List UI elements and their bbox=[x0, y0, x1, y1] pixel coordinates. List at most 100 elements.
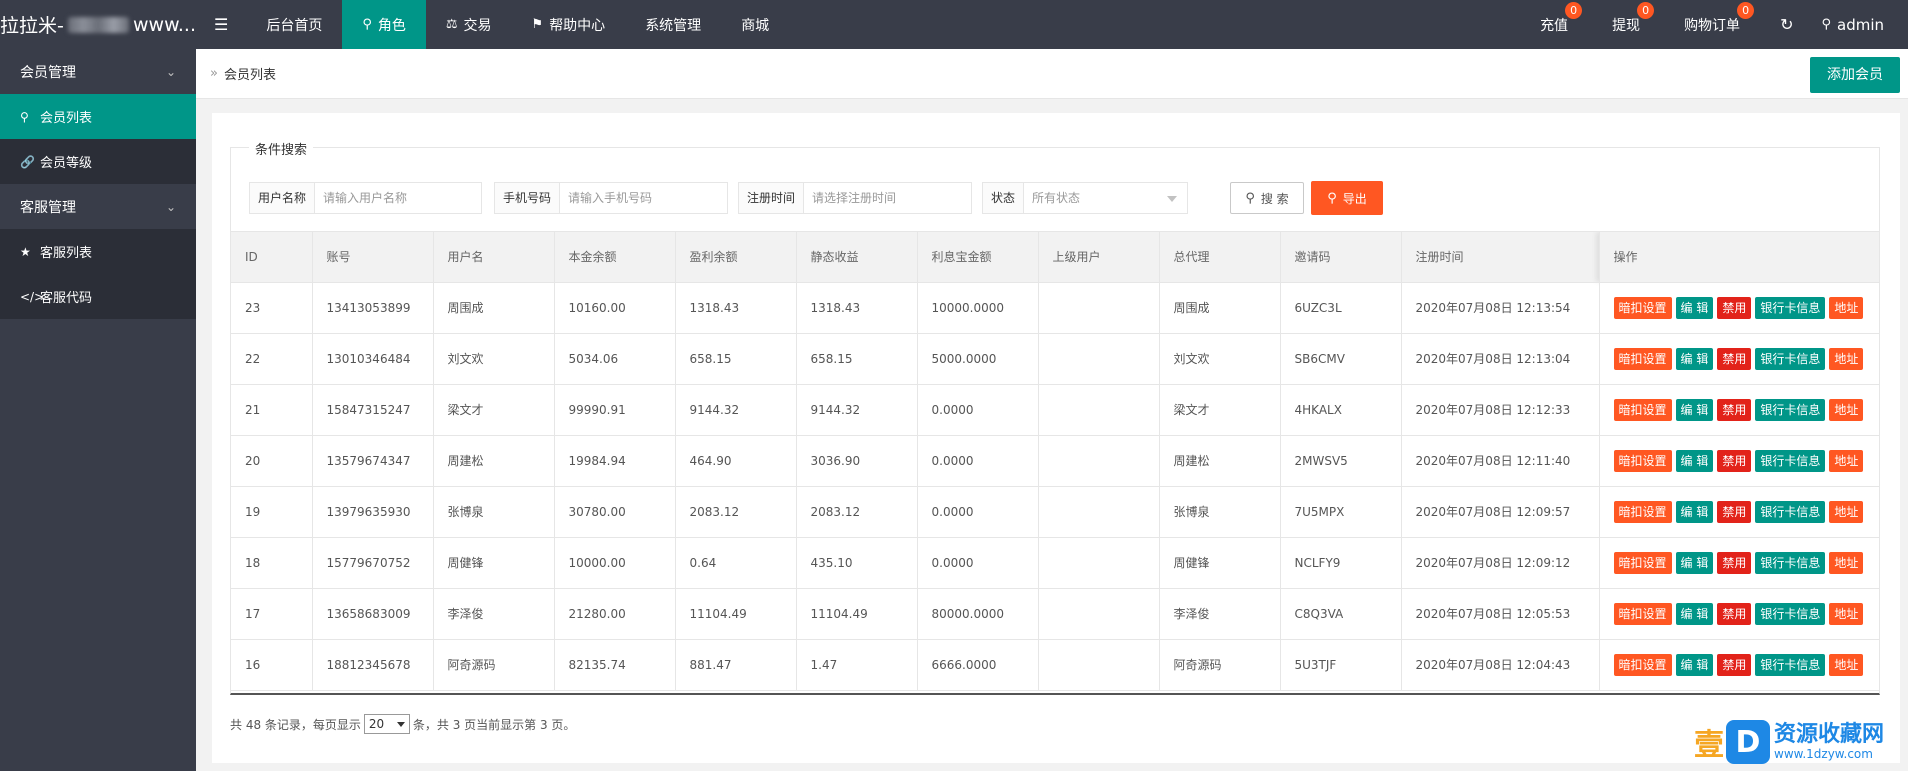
deduct-settings-button[interactable]: 暗扣设置 bbox=[1613, 449, 1672, 472]
nav-item-role[interactable]: ⚲ 角色 bbox=[342, 0, 426, 49]
caret-down-icon bbox=[1167, 196, 1177, 202]
address-button[interactable]: 地址 bbox=[1829, 602, 1864, 625]
bank-card-button[interactable]: 银行卡信息 bbox=[1755, 449, 1826, 472]
table-cell-actions: 暗扣设置编 辑禁用 银行卡信息 地址 bbox=[1599, 333, 1879, 385]
table-cell-actions: 暗扣设置编 辑禁用 银行卡信息 地址 bbox=[1599, 435, 1879, 487]
bank-card-button[interactable]: 银行卡信息 bbox=[1755, 500, 1826, 523]
edit-button[interactable]: 编 辑 bbox=[1675, 347, 1714, 370]
edit-button[interactable]: 编 辑 bbox=[1675, 500, 1714, 523]
column-header[interactable]: 盈利余额 bbox=[675, 232, 797, 283]
nav-item-trade[interactable]: ⚖ 交易 bbox=[426, 0, 512, 49]
bank-card-button[interactable]: 银行卡信息 bbox=[1755, 551, 1826, 574]
code-icon: </> bbox=[20, 289, 45, 304]
edit-button[interactable]: 编 辑 bbox=[1675, 653, 1714, 676]
disable-button[interactable]: 禁用 bbox=[1717, 296, 1752, 319]
top-bar: 拉拉米- www... ☰ 后台首页 ⚲ 角色 ⚖ 交易 ⚑ 帮助中心 系统管理… bbox=[0, 0, 1908, 49]
table-cell-parent bbox=[1038, 384, 1160, 436]
sidebar-item-service-code[interactable]: </> 客服代码 bbox=[0, 274, 196, 319]
table-cell-id: 22 bbox=[231, 333, 313, 385]
column-header[interactable]: 账号 bbox=[312, 232, 434, 283]
regtime-input[interactable] bbox=[804, 183, 971, 213]
column-header[interactable]: 本金余额 bbox=[554, 232, 676, 283]
address-button[interactable]: 地址 bbox=[1829, 653, 1864, 676]
deduct-settings-button[interactable]: 暗扣设置 bbox=[1613, 500, 1672, 523]
deduct-settings-button[interactable]: 暗扣设置 bbox=[1613, 551, 1672, 574]
bank-card-button[interactable]: 银行卡信息 bbox=[1755, 296, 1826, 319]
sidebar-group-members[interactable]: 会员管理 ⌄ bbox=[0, 49, 196, 94]
column-header[interactable]: 用户名 bbox=[433, 232, 555, 283]
add-member-button[interactable]: 添加会员 bbox=[1810, 57, 1900, 93]
table-cell-interest: 6666.0000 bbox=[917, 639, 1039, 691]
column-header[interactable]: 注册时间 bbox=[1401, 232, 1600, 283]
table-cell-code: 2MWSV5 bbox=[1280, 435, 1402, 487]
sidebar-item-label: 客服代码 bbox=[40, 291, 93, 306]
sidebar-item-member-list[interactable]: ⚲ 会员列表 bbox=[0, 94, 196, 139]
table-cell-actions: 暗扣设置编 辑禁用 银行卡信息 地址 bbox=[1599, 588, 1879, 640]
address-button[interactable]: 地址 bbox=[1829, 398, 1864, 421]
disable-button[interactable]: 禁用 bbox=[1717, 653, 1752, 676]
edit-button[interactable]: 编 辑 bbox=[1675, 551, 1714, 574]
column-header[interactable]: 静态收益 bbox=[796, 232, 918, 283]
deduct-settings-button[interactable]: 暗扣设置 bbox=[1613, 653, 1672, 676]
nav-item-shop[interactable]: 商城 bbox=[721, 0, 789, 49]
deduct-settings-button[interactable]: 暗扣设置 bbox=[1613, 398, 1672, 421]
phone-input[interactable] bbox=[560, 183, 727, 213]
member-table-wrapper[interactable]: ID 账号 用户名 本金余额 盈利余额 静态收益 利息宝金额 上级用户 总代理 … bbox=[230, 231, 1880, 695]
bank-card-button[interactable]: 银行卡信息 bbox=[1755, 653, 1826, 676]
username-input[interactable] bbox=[315, 183, 482, 213]
bank-card-button[interactable]: 银行卡信息 bbox=[1755, 398, 1826, 421]
edit-button[interactable]: 编 辑 bbox=[1675, 449, 1714, 472]
bank-card-button[interactable]: 银行卡信息 bbox=[1755, 347, 1826, 370]
address-button[interactable]: 地址 bbox=[1829, 296, 1864, 319]
sidebar-group-service[interactable]: 客服管理 ⌄ bbox=[0, 184, 196, 229]
disable-button[interactable]: 禁用 bbox=[1717, 602, 1752, 625]
withdraw-button[interactable]: 提现 0 bbox=[1590, 0, 1662, 49]
column-header[interactable]: 利息宝金额 bbox=[917, 232, 1039, 283]
bank-card-button[interactable]: 银行卡信息 bbox=[1755, 602, 1826, 625]
disable-button[interactable]: 禁用 bbox=[1717, 347, 1752, 370]
deduct-settings-button[interactable]: 暗扣设置 bbox=[1613, 347, 1672, 370]
page-size-select[interactable]: 20 bbox=[363, 714, 410, 734]
top-right-menu: 充值 0 提现 0 购物订单 0 ↻ ⚲ admin bbox=[1518, 0, 1908, 49]
table-cell-principal: 5034.06 bbox=[554, 333, 676, 385]
deduct-settings-button[interactable]: 暗扣设置 bbox=[1613, 296, 1672, 319]
table-cell-time: 2020年07月08日 12:09:12 bbox=[1401, 537, 1600, 589]
disable-button[interactable]: 禁用 bbox=[1717, 398, 1752, 421]
column-header[interactable]: 总代理 bbox=[1159, 232, 1281, 283]
column-header[interactable]: 邀请码 bbox=[1280, 232, 1402, 283]
sidebar-item-service-list[interactable]: ★ 客服列表 bbox=[0, 229, 196, 274]
address-button[interactable]: 地址 bbox=[1829, 500, 1864, 523]
edit-button[interactable]: 编 辑 bbox=[1675, 602, 1714, 625]
sidebar-item-member-level[interactable]: 🔗 会员等级 bbox=[0, 139, 196, 184]
app-logo[interactable]: 拉拉米- www... bbox=[0, 0, 196, 49]
disable-button[interactable]: 禁用 bbox=[1717, 500, 1752, 523]
disable-button[interactable]: 禁用 bbox=[1717, 551, 1752, 574]
table-row: 20 13579674347 周建松 19984.94 464.90 3036.90 0.0… bbox=[231, 435, 1879, 487]
recharge-button[interactable]: 充值 0 bbox=[1518, 0, 1590, 49]
sidebar-toggle-button[interactable]: ☰ bbox=[196, 0, 246, 49]
regtime-label: 注册时间 bbox=[739, 183, 805, 213]
table-cell-account: 13979635930 bbox=[312, 486, 434, 538]
orders-button[interactable]: 购物订单 0 bbox=[1662, 0, 1762, 49]
nav-item-dashboard[interactable]: 后台首页 bbox=[246, 0, 342, 49]
address-button[interactable]: 地址 bbox=[1829, 347, 1864, 370]
edit-button[interactable]: 编 辑 bbox=[1675, 296, 1714, 319]
nav-item-system[interactable]: 系统管理 bbox=[625, 0, 721, 49]
user-menu[interactable]: ⚲ admin bbox=[1811, 0, 1908, 49]
column-header[interactable]: ID bbox=[231, 232, 313, 283]
table-row: 18 15779670752 周健锋 10000.00 0.64 435.10 0.0000… bbox=[231, 537, 1879, 589]
nav-item-help[interactable]: ⚑ 帮助中心 bbox=[512, 0, 626, 49]
deduct-settings-button[interactable]: 暗扣设置 bbox=[1613, 602, 1672, 625]
disable-button[interactable]: 禁用 bbox=[1717, 449, 1752, 472]
address-button[interactable]: 地址 bbox=[1829, 551, 1864, 574]
page-header: » 会员列表 添加会员 bbox=[196, 49, 1908, 99]
refresh-button[interactable]: ↻ bbox=[1762, 0, 1811, 49]
status-select[interactable]: 所有状态 bbox=[1024, 183, 1187, 213]
search-icon: ⚲ bbox=[1327, 190, 1337, 206]
edit-button[interactable]: 编 辑 bbox=[1675, 398, 1714, 421]
search-button[interactable]: ⚲ 搜 索 bbox=[1230, 182, 1304, 214]
username: admin bbox=[1837, 15, 1884, 34]
export-button[interactable]: ⚲ 导出 bbox=[1311, 181, 1383, 215]
column-header[interactable]: 上级用户 bbox=[1038, 232, 1160, 283]
address-button[interactable]: 地址 bbox=[1829, 449, 1864, 472]
